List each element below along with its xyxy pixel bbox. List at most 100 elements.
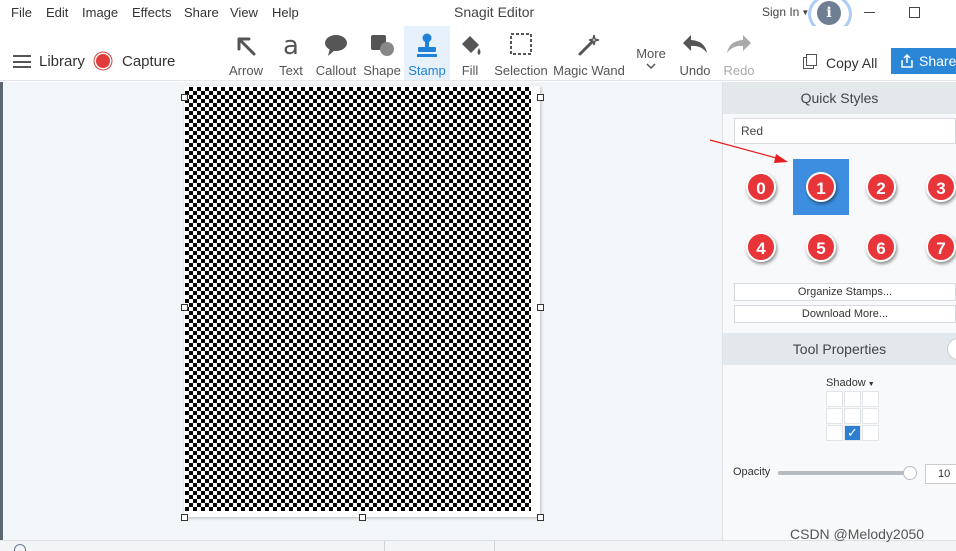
resize-handle-bottom-right[interactable] bbox=[537, 514, 544, 521]
menu-share[interactable]: Share bbox=[184, 5, 219, 20]
tool-fill[interactable]: Fill bbox=[455, 26, 485, 80]
menu-file[interactable]: File bbox=[11, 5, 32, 20]
tool-properties-header: Tool Properties bbox=[723, 333, 956, 365]
undo-icon bbox=[683, 35, 707, 53]
menu-edit[interactable]: Edit bbox=[46, 5, 68, 20]
status-icon[interactable] bbox=[14, 544, 26, 551]
menu-view[interactable]: View bbox=[230, 5, 258, 20]
stamp-6[interactable]: 6 bbox=[853, 219, 909, 275]
shadow-cell[interactable] bbox=[844, 408, 861, 424]
menu-bar: File Edit Image Effects Share View Help … bbox=[0, 0, 956, 34]
share-label: Share bbox=[919, 53, 956, 69]
hamburger-icon[interactable] bbox=[13, 55, 31, 68]
tool-redo[interactable]: Redo bbox=[720, 26, 758, 80]
tool-label: Undo bbox=[679, 63, 711, 78]
red-arrow-annotation bbox=[709, 139, 788, 163]
stamp-label: 1 bbox=[806, 172, 836, 202]
opacity-input[interactable]: 10 bbox=[925, 464, 956, 484]
tool-shape[interactable]: Shape bbox=[362, 26, 402, 80]
callout-icon bbox=[325, 35, 347, 56]
shadow-label: Shadow bbox=[826, 377, 866, 389]
tool-label: Selection bbox=[494, 63, 548, 78]
tool-label: Callout bbox=[315, 63, 357, 78]
maximize-icon[interactable] bbox=[909, 7, 920, 18]
stamp-4[interactable]: 4 bbox=[733, 219, 789, 275]
tool-selection[interactable]: Selection bbox=[494, 26, 548, 80]
resize-handle-bottom[interactable] bbox=[359, 514, 366, 521]
tool-label: Arrow bbox=[229, 63, 263, 78]
shadow-cell[interactable] bbox=[862, 391, 879, 407]
shadow-direction-grid: ✓ bbox=[826, 391, 879, 441]
checkmark-icon: ✓ bbox=[847, 425, 858, 440]
resize-handle-top-right[interactable] bbox=[537, 94, 544, 101]
opacity-label: Opacity bbox=[733, 466, 771, 478]
tool-callout[interactable]: Callout bbox=[314, 26, 358, 80]
watermark: CSDN @Melody2050 bbox=[790, 526, 925, 542]
copy-all-button[interactable]: Copy All bbox=[826, 55, 877, 71]
organize-stamps-button[interactable]: Organize Stamps... bbox=[734, 283, 956, 301]
resize-handle-bottom-left[interactable] bbox=[181, 514, 188, 521]
tool-label: More bbox=[636, 46, 666, 61]
menu-image[interactable]: Image bbox=[82, 5, 118, 20]
magic-wand-icon bbox=[578, 34, 600, 56]
stamp-1[interactable]: 1 bbox=[793, 159, 849, 215]
menu-help[interactable]: Help bbox=[272, 5, 299, 20]
download-more-button[interactable]: Download More... bbox=[734, 305, 956, 323]
shadow-cell[interactable] bbox=[826, 408, 843, 424]
info-icon[interactable]: i bbox=[817, 1, 841, 25]
copy-icon[interactable] bbox=[803, 54, 817, 70]
stamp-label: 7 bbox=[926, 232, 956, 262]
tool-arrow[interactable]: Arrow bbox=[228, 26, 264, 80]
shadow-cell[interactable] bbox=[844, 391, 861, 407]
stamp-label: 5 bbox=[806, 232, 836, 262]
capture-button[interactable]: Capture bbox=[122, 53, 175, 70]
checkerboard-image[interactable] bbox=[185, 87, 531, 511]
tool-label: Stamp bbox=[408, 63, 446, 78]
tool-text[interactable]: a Text bbox=[274, 26, 308, 80]
app-title: Snagit Editor bbox=[454, 4, 535, 20]
shadow-cell-selected[interactable]: ✓ bbox=[844, 425, 861, 441]
shadow-cell[interactable] bbox=[862, 408, 879, 424]
resize-handle-left[interactable] bbox=[181, 304, 188, 311]
shadow-cell[interactable] bbox=[826, 425, 843, 441]
tool-more[interactable]: More bbox=[632, 26, 670, 80]
stamp-2[interactable]: 2 bbox=[853, 159, 909, 215]
tool-label: Shape bbox=[363, 63, 401, 78]
library-button[interactable]: Library bbox=[39, 53, 85, 70]
minimize-icon[interactable] bbox=[864, 12, 875, 13]
tool-label: Redo bbox=[723, 63, 755, 78]
stamp-label: 0 bbox=[746, 172, 776, 202]
stamp-5[interactable]: 5 bbox=[793, 219, 849, 275]
opacity-slider-track[interactable] bbox=[778, 471, 910, 475]
tool-label: Magic Wand bbox=[553, 63, 625, 78]
text-icon: a bbox=[283, 32, 299, 60]
share-button[interactable]: Share bbox=[891, 48, 956, 74]
status-divider bbox=[384, 541, 385, 551]
capture-record-icon[interactable] bbox=[96, 54, 110, 68]
selection-icon bbox=[510, 33, 532, 55]
quick-styles-header: Quick Styles bbox=[723, 82, 956, 114]
stamp-label: 4 bbox=[746, 232, 776, 262]
sign-in-button[interactable]: Sign In ▼ bbox=[762, 5, 809, 19]
tool-magic-wand[interactable]: Magic Wand bbox=[552, 26, 626, 80]
stamp-icon bbox=[417, 33, 437, 57]
svg-text:a: a bbox=[283, 32, 299, 60]
menu-effects[interactable]: Effects bbox=[132, 5, 172, 20]
more-icon bbox=[646, 63, 656, 69]
resize-handle-right[interactable] bbox=[537, 304, 544, 311]
chevron-down-icon: ▼ bbox=[867, 381, 875, 388]
shadow-cell[interactable] bbox=[862, 425, 879, 441]
tool-undo[interactable]: Undo bbox=[676, 26, 714, 80]
status-divider bbox=[494, 541, 495, 551]
tool-stamp[interactable]: Stamp bbox=[404, 26, 450, 80]
resize-handle-top-left[interactable] bbox=[181, 94, 188, 101]
tool-label: Fill bbox=[461, 63, 479, 78]
stamp-3[interactable]: 3 bbox=[913, 159, 956, 215]
shadow-dropdown[interactable]: Shadow ▼ bbox=[826, 377, 875, 389]
shadow-cell[interactable] bbox=[826, 391, 843, 407]
stamp-label: 2 bbox=[866, 172, 896, 202]
stamp-7[interactable]: 7 bbox=[913, 219, 956, 275]
arrow-icon bbox=[237, 37, 256, 56]
shape-icon bbox=[371, 35, 394, 56]
opacity-slider-handle[interactable] bbox=[903, 466, 917, 480]
